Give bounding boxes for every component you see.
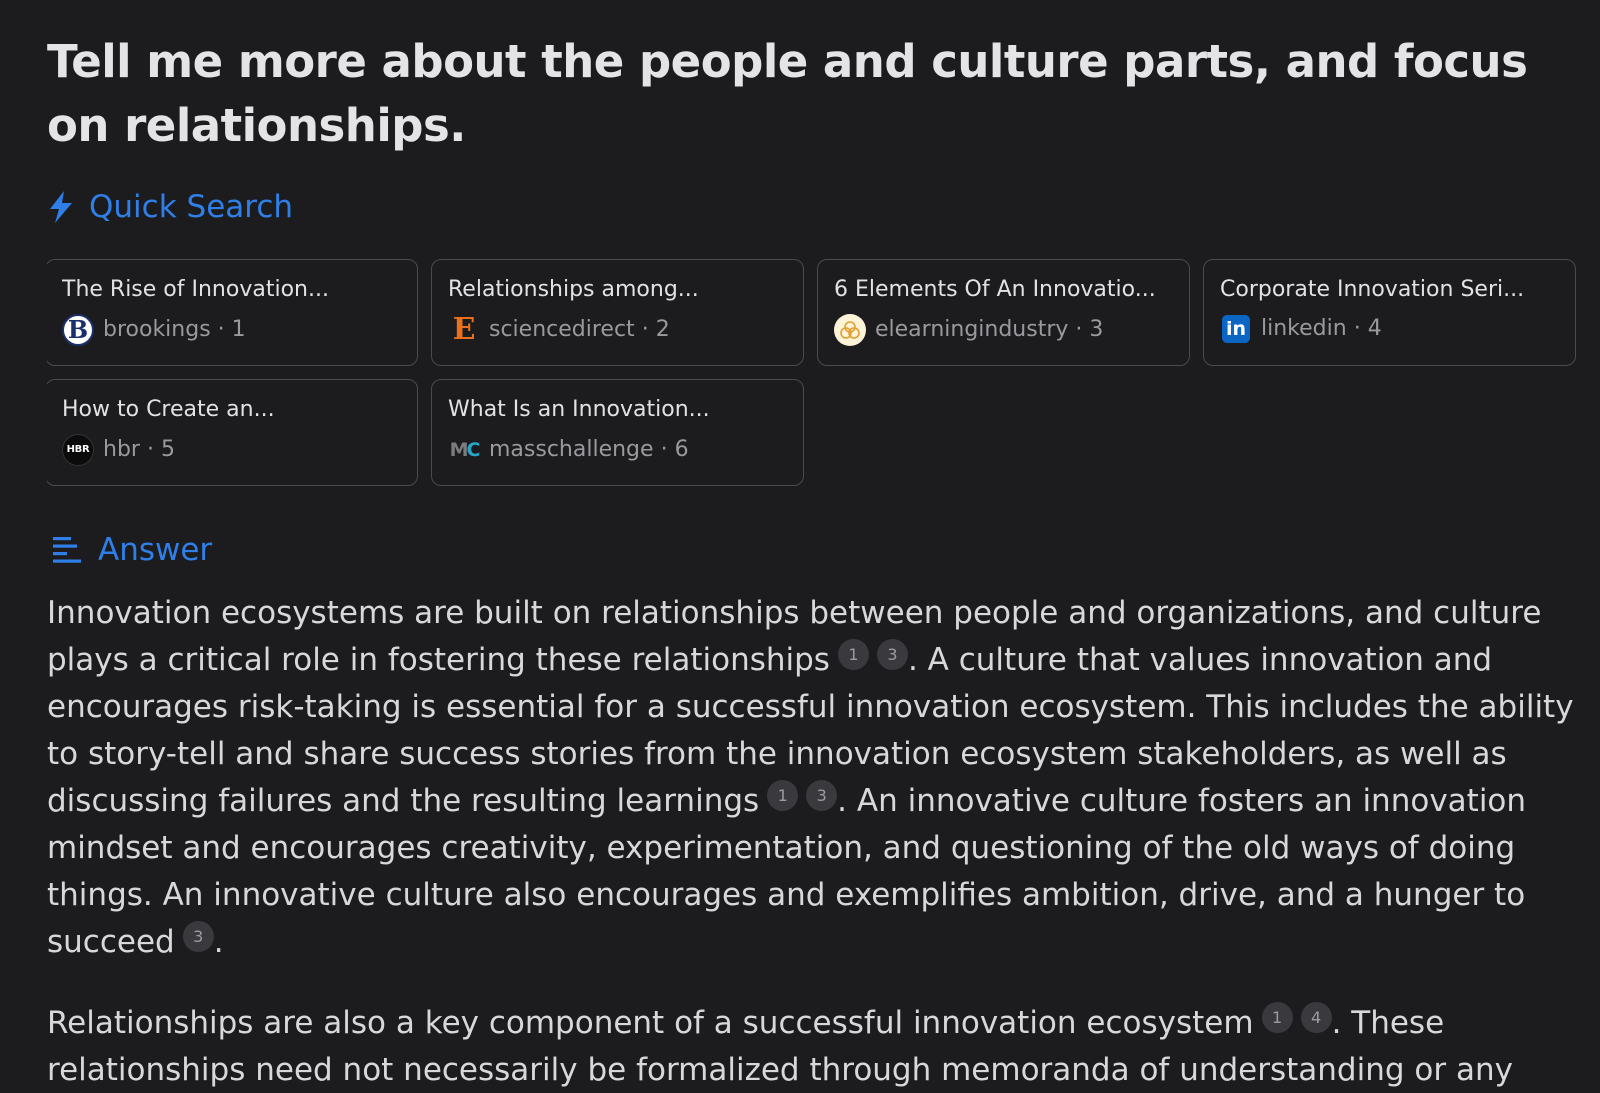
source-title: Relationships among... <box>448 277 699 302</box>
source-index: 5 <box>160 437 175 462</box>
source-title: Corporate Innovation Seri... <box>1220 277 1525 302</box>
source-site: linkedin <box>1261 316 1347 341</box>
answer-label: Answer <box>98 532 213 568</box>
elearningindustry-icon <box>834 314 866 346</box>
hbr-icon: HBR <box>62 434 94 466</box>
separator-dot: · <box>1075 317 1083 342</box>
source-title: What Is an Innovation... <box>448 397 710 422</box>
separator-dot: · <box>146 437 154 462</box>
source-meta: Esciencedirect · 2 <box>448 314 787 346</box>
separator-dot: · <box>660 437 668 462</box>
quick-search-header: Quick Search <box>47 187 1577 227</box>
favicon-letter: C <box>466 439 480 461</box>
citation-badge[interactable]: 3 <box>806 780 838 811</box>
answer-body: Innovation ecosystems are built on relat… <box>47 590 1577 1093</box>
citation-badge[interactable]: 4 <box>1300 1002 1332 1033</box>
source-index: 1 <box>231 317 246 342</box>
source-index: 3 <box>1089 317 1104 342</box>
answer-lines-icon <box>52 535 84 565</box>
separator-dot: · <box>1353 316 1361 341</box>
answer-paragraph: Relationships are also a key component o… <box>47 1000 1577 1093</box>
lightning-bolt-icon <box>47 190 75 224</box>
source-title: The Rise of Innovation... <box>62 277 329 302</box>
source-card[interactable]: The Rise of Innovation... Bbrookings · 1 <box>47 259 418 366</box>
separator-dot: · <box>641 317 649 342</box>
source-index: 2 <box>655 317 670 342</box>
source-card[interactable]: What Is an Innovation... M Cmasschallenge ·… <box>431 379 804 486</box>
source-card[interactable]: Corporate Innovation Seri... in linkedin · 4 <box>1203 259 1576 366</box>
source-site: masschallenge <box>489 437 654 462</box>
source-index: 6 <box>674 437 689 462</box>
search-result-page: Tell me more about the people and cultur… <box>47 0 1577 1093</box>
favicon-letter: M <box>449 439 469 461</box>
source-meta: Bbrookings · 1 <box>62 314 401 346</box>
answer-paragraph: Innovation ecosystems are built on relat… <box>47 590 1577 966</box>
source-title: 6 Elements Of An Innovatio... <box>834 277 1156 302</box>
citation-badge[interactable]: 1 <box>767 780 799 811</box>
brookings-icon: B <box>62 314 94 346</box>
citation-badge[interactable]: 1 <box>1261 1002 1293 1033</box>
source-meta: M Cmasschallenge · 6 <box>448 434 787 466</box>
source-list: The Rise of Innovation... Bbrookings · 1 Rel… <box>47 259 1577 486</box>
citation-badge[interactable]: 1 <box>837 639 869 670</box>
answer-text: . <box>213 924 224 960</box>
citation-badge[interactable]: 3 <box>182 921 214 952</box>
source-site: elearningindustry <box>875 317 1069 342</box>
source-card[interactable]: 6 Elements Of An Innovatio... elearningin… <box>817 259 1190 366</box>
source-site: brookings <box>103 317 211 342</box>
separator-dot: · <box>217 317 225 342</box>
sciencedirect-icon: E <box>452 314 476 346</box>
source-card[interactable]: How to Create an... HBR hbr · 5 <box>47 379 418 486</box>
source-card[interactable]: Relationships among... Esciencedirect · 2 <box>431 259 804 366</box>
answer-text: Relationships are also a key component o… <box>47 1005 1254 1041</box>
source-index: 4 <box>1367 316 1382 341</box>
source-site: hbr <box>103 437 140 462</box>
masschallenge-icon: MC <box>448 434 480 466</box>
answer-header: Answer <box>47 530 1577 570</box>
source-meta: in linkedin · 4 <box>1220 314 1559 344</box>
linkedin-icon: in <box>1222 315 1250 343</box>
source-meta: elearningindustry · 3 <box>834 314 1173 346</box>
source-title: How to Create an... <box>62 397 275 422</box>
quick-search-label: Quick Search <box>89 189 294 225</box>
citation-badge[interactable]: 3 <box>876 639 908 670</box>
source-meta: HBR hbr · 5 <box>62 434 401 466</box>
query-title: Tell me more about the people and cultur… <box>47 35 1528 152</box>
source-site: sciencedirect <box>489 317 635 342</box>
